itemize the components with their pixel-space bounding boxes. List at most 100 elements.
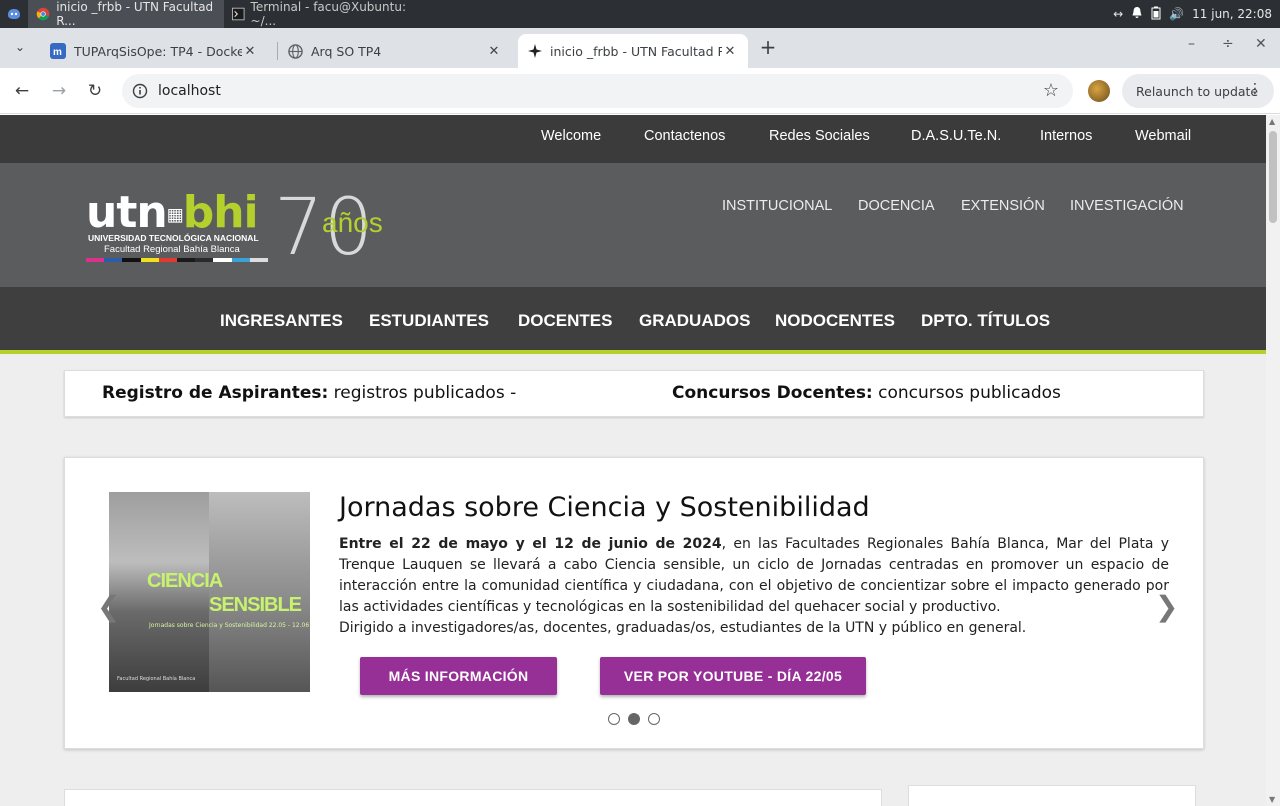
close-window-icon[interactable]: ✕: [1255, 36, 1267, 52]
new-tab-button[interactable]: +: [756, 35, 780, 59]
logo-line-1: UNIVERSIDAD TECNOLÓGICA NACIONAL: [88, 233, 259, 243]
topnav-contactenos[interactable]: Contactenos: [644, 128, 725, 144]
topnav-internos[interactable]: Internos: [1040, 128, 1092, 144]
notification-bell-icon[interactable]: [1131, 6, 1143, 22]
slide-audience-text: Dirigido a investigadores/as, docentes, …: [339, 620, 1027, 636]
carousel-prev-icon[interactable]: ❮: [97, 590, 120, 623]
taskbar-task-title: inicio _frbb - UTN Facultad R...: [56, 0, 214, 28]
browser-tab[interactable]: Arq SO TP4 ✕: [278, 34, 512, 68]
whisker-menu-icon[interactable]: [0, 0, 28, 28]
topnav-redes-sociales[interactable]: Redes Sociales: [769, 128, 870, 144]
logo-wordmark: utn▦bhi: [86, 187, 259, 238]
news-carousel: CIENCIA SENSIBLE Jornadas sobre Ciencia …: [64, 457, 1204, 749]
topnav-dasuten[interactable]: D.A.S.U.Te.N.: [911, 128, 1001, 144]
volume-icon[interactable]: 🔊: [1169, 7, 1184, 21]
nav-dpto-titulos[interactable]: DPTO. TÍTULOS: [921, 311, 1050, 331]
ticker-item-concursos[interactable]: Concursos Docentes: concursos publicados: [672, 383, 1061, 403]
browser-tab-active[interactable]: inicio _frbb - UTN Facultad Re ✕: [518, 34, 748, 68]
chrome-icon: [36, 7, 50, 21]
mas-informacion-button[interactable]: MÁS INFORMACIÓN: [360, 657, 557, 695]
content-card-right: [908, 785, 1196, 806]
slide-body-bold: Entre el 22 de mayo y el 12 de junio de …: [339, 536, 722, 552]
relaunch-label: Relaunch to update: [1136, 83, 1259, 99]
profile-avatar[interactable]: [1088, 80, 1110, 102]
anniversary-word: años: [322, 207, 383, 238]
close-tab-icon[interactable]: ✕: [722, 44, 738, 59]
ticker-text: registros publicados -: [328, 383, 517, 403]
audience-nav: INGRESANTES ESTUDIANTES DOCENTES GRADUAD…: [0, 287, 1266, 354]
top-utility-nav: Welcome Contactenos Redes Sociales D.A.S…: [0, 115, 1266, 163]
nav-nodocentes[interactable]: NODOCENTES: [775, 311, 895, 331]
topnav-webmail[interactable]: Webmail: [1135, 128, 1191, 144]
system-tray: ↔ 🔊 11 jun, 22:08: [1113, 6, 1280, 23]
nav-investigacion[interactable]: INVESTIGACIÓN: [1070, 198, 1184, 214]
slide-body: Entre el 22 de mayo y el 12 de junio de …: [339, 534, 1169, 618]
bookmark-star-icon[interactable]: ☆: [1043, 80, 1059, 101]
nav-ingresantes[interactable]: INGRESANTES: [220, 311, 343, 331]
scroll-down-icon[interactable]: ▼: [1269, 795, 1275, 804]
content-card-left: [64, 789, 882, 806]
announcements-ticker: Registro de Aspirantes: registros public…: [64, 370, 1204, 417]
battery-icon[interactable]: [1151, 6, 1161, 23]
browser-tab[interactable]: m TUPArqSisOpe: TP4 - Docker - ✕: [40, 34, 268, 68]
slide-title: Jornadas sobre Ciencia y Sostenibilidad: [339, 492, 870, 523]
page-viewport: Welcome Contactenos Redes Sociales D.A.S…: [0, 115, 1266, 806]
address-bar[interactable]: localhost ☆: [122, 74, 1073, 108]
network-icon[interactable]: ↔: [1113, 7, 1123, 21]
tab-title: inicio _frbb - UTN Facultad Re: [550, 43, 722, 59]
poster-subtitle: Jornadas sobre Ciencia y Sostenibilidad …: [149, 622, 310, 629]
logo-color-stripe: [86, 258, 269, 262]
carousel-next-icon[interactable]: ❯: [1155, 590, 1178, 623]
svg-text:m: m: [53, 47, 62, 58]
taskbar-task-chrome[interactable]: inicio _frbb - UTN Facultad R...: [28, 0, 224, 28]
forward-button[interactable]: →: [47, 79, 71, 103]
minimize-icon[interactable]: –: [1188, 36, 1195, 52]
scrollbar-thumb[interactable]: [1269, 131, 1277, 223]
carousel-pagination: [608, 713, 660, 725]
terminal-icon: [232, 7, 245, 21]
utn-logo[interactable]: utn▦bhi UNIVERSIDAD TECNOLÓGICA NACIONAL…: [84, 183, 414, 273]
scroll-up-icon[interactable]: ▲: [1269, 117, 1275, 126]
ticker-label: Registro de Aspirantes:: [102, 383, 329, 403]
ticker-item-registro[interactable]: Registro de Aspirantes: registros public…: [102, 383, 516, 403]
brand-header: utn▦bhi UNIVERSIDAD TECNOLÓGICA NACIONAL…: [0, 163, 1266, 287]
tab-search-chevron-icon[interactable]: ⌄: [8, 35, 32, 59]
slide-poster-image: CIENCIA SENSIBLE Jornadas sobre Ciencia …: [109, 492, 310, 692]
tab-title: Arq SO TP4: [311, 43, 382, 59]
nav-extension[interactable]: EXTENSIÓN: [961, 198, 1045, 214]
site-info-icon[interactable]: [132, 83, 148, 103]
kebab-menu-icon[interactable]: ⋮: [1248, 81, 1262, 97]
ticker-text: concursos publicados: [872, 383, 1061, 403]
poster-word-sensible: SENSIBLE: [209, 594, 302, 616]
url-text[interactable]: localhost: [158, 83, 221, 99]
back-button[interactable]: ←: [10, 79, 34, 103]
youtube-button[interactable]: VER POR YOUTUBE - DÍA 22/05: [600, 657, 866, 695]
taskbar-task-terminal[interactable]: Terminal - facu@Xubuntu: ~/...: [224, 0, 424, 28]
carousel-dot-active[interactable]: [628, 713, 640, 725]
nav-docentes[interactable]: DOCENTES: [518, 311, 612, 331]
page-scrollbar[interactable]: ▲ ▼: [1266, 115, 1280, 806]
nav-docencia[interactable]: DOCENCIA: [858, 198, 935, 214]
ticker-label: Concursos Docentes:: [672, 383, 873, 403]
nav-graduados[interactable]: GRADUADOS: [639, 311, 750, 331]
topnav-welcome[interactable]: Welcome: [541, 128, 601, 144]
browser-toolbar: ← → ↻ localhost ☆ Relaunch to update ⋮: [0, 68, 1280, 114]
nav-estudiantes[interactable]: ESTUDIANTES: [369, 311, 489, 331]
os-taskbar: inicio _frbb - UTN Facultad R... Termina…: [0, 0, 1280, 28]
poster-right-half: [209, 492, 310, 692]
tab-title: TUPArqSisOpe: TP4 - Docker -: [74, 43, 242, 59]
close-tab-icon[interactable]: ✕: [242, 44, 258, 59]
clock[interactable]: 11 jun, 22:08: [1192, 7, 1272, 21]
poster-word-ciencia: CIENCIA: [147, 570, 223, 592]
moodle-icon: m: [50, 43, 66, 59]
carousel-dot[interactable]: [608, 713, 620, 725]
reload-button[interactable]: ↻: [83, 79, 107, 103]
nav-institucional[interactable]: INSTITUCIONAL: [722, 198, 832, 214]
close-tab-icon[interactable]: ✕: [486, 44, 502, 59]
taskbar-task-title: Terminal - facu@Xubuntu: ~/...: [250, 0, 406, 28]
carousel-dot[interactable]: [648, 713, 660, 725]
logo-line-2: Facultad Regional Bahía Blanca: [104, 244, 240, 255]
globe-icon: [288, 43, 303, 59]
maximize-icon[interactable]: ÷: [1222, 36, 1234, 52]
relaunch-to-update-button[interactable]: Relaunch to update ⋮: [1122, 74, 1274, 108]
